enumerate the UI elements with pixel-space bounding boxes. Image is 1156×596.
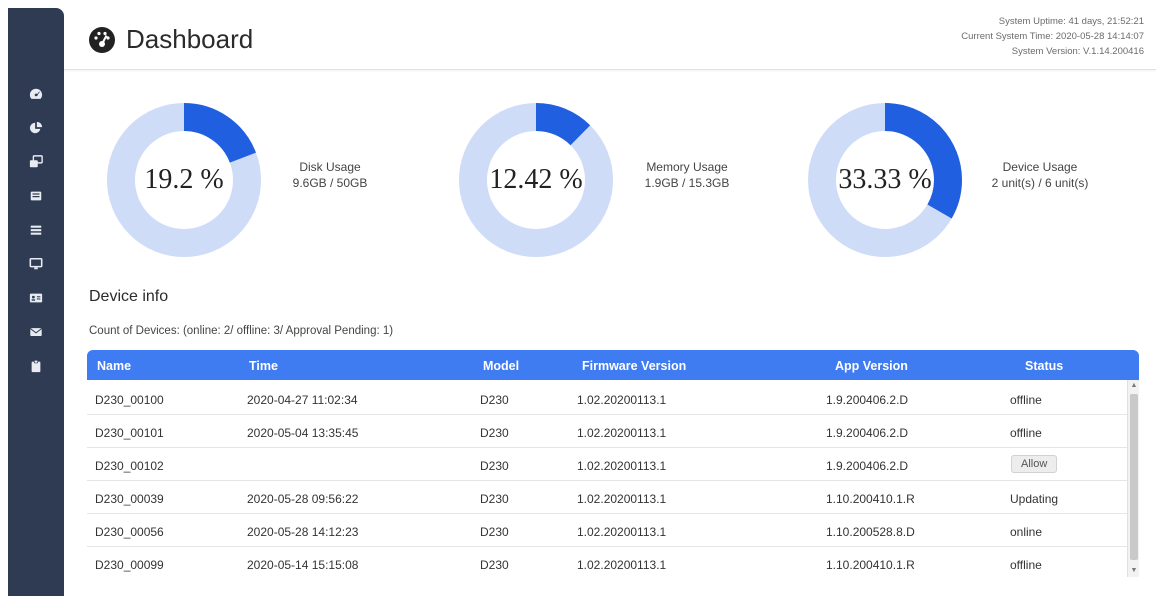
cell-time: 2020-05-14 15:15:08 <box>247 558 359 572</box>
device-usage-detail: 2 unit(s) / 6 unit(s) <box>991 176 1089 190</box>
id-card-icon <box>29 293 43 303</box>
scroll-up-icon[interactable]: ▲ <box>1128 380 1140 392</box>
cell-time: 2020-05-04 13:35:45 <box>247 426 359 440</box>
device-table: Name Time Model Firmware Version App Ver… <box>87 350 1139 580</box>
cell-time: 2020-05-28 09:56:22 <box>247 492 359 506</box>
memory-usage-title: Memory Usage <box>646 160 728 174</box>
cell-name: D230_00100 <box>95 393 164 407</box>
cell-status: offline <box>1010 426 1042 440</box>
disk-usage-detail: 9.6GB / 50GB <box>292 176 368 190</box>
screen-icon <box>30 191 42 201</box>
cell-status: offline <box>1010 393 1042 407</box>
memory-usage-value: 12.42 % <box>489 164 583 195</box>
cell-app-version: 1.9.200406.2.D <box>826 393 909 407</box>
device-usage-gauge: 33.33 % <box>807 102 963 258</box>
cell-name: D230_00101 <box>95 426 164 440</box>
system-info: System Uptime: 41 days, 21:52:21 Current… <box>961 14 1144 59</box>
cell-app-version: 1.10.200528.8.D <box>826 525 915 539</box>
column-model[interactable]: Model <box>483 359 519 373</box>
allow-button[interactable]: Allow <box>1011 455 1058 473</box>
cell-firmware: 1.02.20200113.1 <box>577 492 667 506</box>
scroll-down-icon[interactable]: ▼ <box>1128 565 1140 577</box>
cell-status: offline <box>1010 558 1042 572</box>
cell-model: D230 <box>480 393 509 407</box>
system-uptime: System Uptime: 41 days, 21:52:21 <box>998 16 1144 27</box>
cell-firmware: 1.02.20200113.1 <box>577 426 667 440</box>
table-body: D230_00100 2020-04-27 11:02:34 D230 1.02… <box>87 380 1139 577</box>
system-time: Current System Time: 2020-05-28 14:14:07 <box>961 31 1144 42</box>
cell-firmware: 1.02.20200113.1 <box>577 558 667 572</box>
sidebar-item-lists[interactable] <box>8 214 64 246</box>
table-row[interactable]: D230_00056 2020-05-28 14:12:23 D230 1.02… <box>87 515 1127 547</box>
cell-status: Updating <box>1010 492 1059 506</box>
sidebar-item-dashboard[interactable] <box>8 78 64 110</box>
system-version: System Version: V.1.14.200416 <box>1011 46 1144 57</box>
disk-usage-title: Disk Usage <box>299 160 361 174</box>
cell-name: D230_00099 <box>95 558 164 572</box>
sidebar-item-monitor[interactable] <box>8 248 64 280</box>
cell-firmware: 1.02.20200113.1 <box>577 393 667 407</box>
cell-name: D230_00102 <box>95 459 164 473</box>
table-scrollbar[interactable]: ▲ ▼ <box>1127 380 1139 577</box>
memory-usage-detail: 1.9GB / 15.3GB <box>644 176 730 190</box>
device-info-title: Device info <box>89 288 169 305</box>
memory-usage-label: Memory Usage 1.9GB / 15.3GB <box>632 159 742 191</box>
disk-usage-value: 19.2 % <box>144 164 224 195</box>
column-app-version[interactable]: App Version <box>835 359 908 373</box>
cell-model: D230 <box>480 426 509 440</box>
table-header: Name Time Model Firmware Version App Ver… <box>87 350 1139 380</box>
cell-app-version: 1.9.200406.2.D <box>826 426 909 440</box>
list-icon <box>30 225 42 235</box>
cell-model: D230 <box>480 492 509 506</box>
cell-name: D230_00056 <box>95 525 164 539</box>
sidebar-item-messages[interactable] <box>8 316 64 348</box>
cell-time: 2020-04-27 11:02:34 <box>247 393 358 407</box>
table-row[interactable]: D230_00102 D230 1.02.20200113.1 1.9.2004… <box>87 449 1127 481</box>
cell-model: D230 <box>480 558 509 572</box>
device-usage-value: 33.33 % <box>838 164 932 195</box>
cell-model: D230 <box>480 459 509 473</box>
device-count: Count of Devices: (online: 2/ offline: 3… <box>89 325 394 337</box>
sidebar-item-logs[interactable] <box>8 350 64 382</box>
monitor-icon <box>29 257 43 270</box>
cell-model: D230 <box>480 525 509 539</box>
dashboard-icon <box>29 88 43 99</box>
device-usage-label: Device Usage 2 unit(s) / 6 unit(s) <box>976 159 1104 191</box>
sidebar-item-statistics[interactable] <box>8 112 64 144</box>
cell-app-version: 1.9.200406.2.D <box>826 459 909 473</box>
header: Dashboard System Uptime: 41 days, 21:52:… <box>64 8 1156 70</box>
table-row[interactable]: D230_00099 2020-05-14 15:15:08 D230 1.02… <box>87 548 1127 577</box>
cell-app-version: 1.10.200410.1.R <box>826 558 915 572</box>
table-row[interactable]: D230_00101 2020-05-04 13:35:45 D230 1.02… <box>87 416 1127 448</box>
page-title: Dashboard <box>88 24 253 55</box>
pie-chart-icon <box>29 121 43 134</box>
cell-firmware: 1.02.20200113.1 <box>577 525 667 539</box>
cell-firmware: 1.02.20200113.1 <box>577 459 667 473</box>
dashboard-icon <box>89 26 115 53</box>
sidebar-item-devices[interactable] <box>8 146 64 178</box>
clipboard-icon <box>31 359 41 373</box>
scrollbar-thumb[interactable] <box>1130 394 1138 560</box>
sidebar-item-screens[interactable] <box>8 180 64 212</box>
sidebar-item-accounts[interactable] <box>8 282 64 314</box>
table-row[interactable]: D230_00039 2020-05-28 09:56:22 D230 1.02… <box>87 482 1127 514</box>
cell-time: 2020-05-28 14:12:23 <box>247 525 359 539</box>
cell-app-version: 1.10.200410.1.R <box>826 492 915 506</box>
devices-icon <box>29 155 43 168</box>
column-firmware[interactable]: Firmware Version <box>582 359 686 373</box>
disk-usage-label: Disk Usage 9.6GB / 50GB <box>280 159 380 191</box>
sidebar <box>8 8 64 596</box>
device-usage-title: Device Usage <box>1002 160 1078 174</box>
column-status[interactable]: Status <box>1025 359 1063 373</box>
column-time[interactable]: Time <box>249 359 278 373</box>
cell-name: D230_00039 <box>95 492 164 506</box>
disk-usage-gauge: 19.2 % <box>106 102 262 258</box>
page-title-text: Dashboard <box>126 24 254 54</box>
memory-usage-gauge: 12.42 % <box>458 102 614 258</box>
column-name[interactable]: Name <box>97 359 131 373</box>
table-row[interactable]: D230_00100 2020-04-27 11:02:34 D230 1.02… <box>87 383 1127 415</box>
mail-icon <box>29 328 43 336</box>
cell-status: online <box>1010 525 1043 539</box>
